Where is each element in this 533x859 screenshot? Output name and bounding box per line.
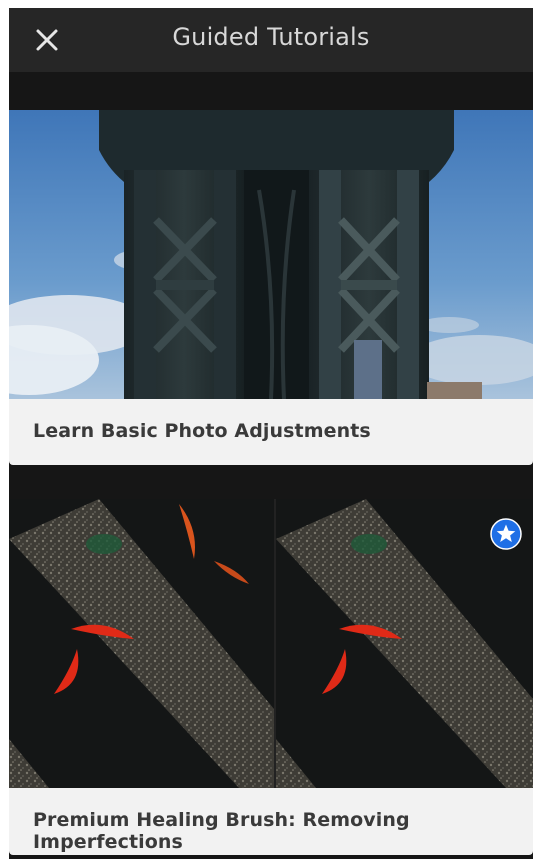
tutorial-title: Learn Basic Photo Adjustments bbox=[33, 420, 371, 442]
tutorial-caption: Premium Healing Brush: Removing Imperfec… bbox=[9, 788, 533, 855]
koi-fish-before-after-photo bbox=[9, 499, 533, 788]
star-badge-icon bbox=[490, 518, 522, 550]
bridge-underside-photo bbox=[9, 110, 533, 399]
premium-badge bbox=[490, 518, 522, 550]
tutorial-caption: Learn Basic Photo Adjustments bbox=[9, 399, 533, 465]
header-bar: Guided Tutorials bbox=[9, 8, 533, 72]
tutorial-card-basic-adjustments[interactable]: Learn Basic Photo Adjustments bbox=[9, 110, 533, 465]
tutorial-card-healing-brush[interactable]: Premium Healing Brush: Removing Imperfec… bbox=[9, 499, 533, 855]
guided-tutorials-screen: Guided Tutorials Learn Basic Photo Adjus… bbox=[9, 8, 533, 859]
page-title: Guided Tutorials bbox=[172, 23, 370, 51]
tutorial-title: Premium Healing Brush: Removing Imperfec… bbox=[33, 809, 410, 853]
